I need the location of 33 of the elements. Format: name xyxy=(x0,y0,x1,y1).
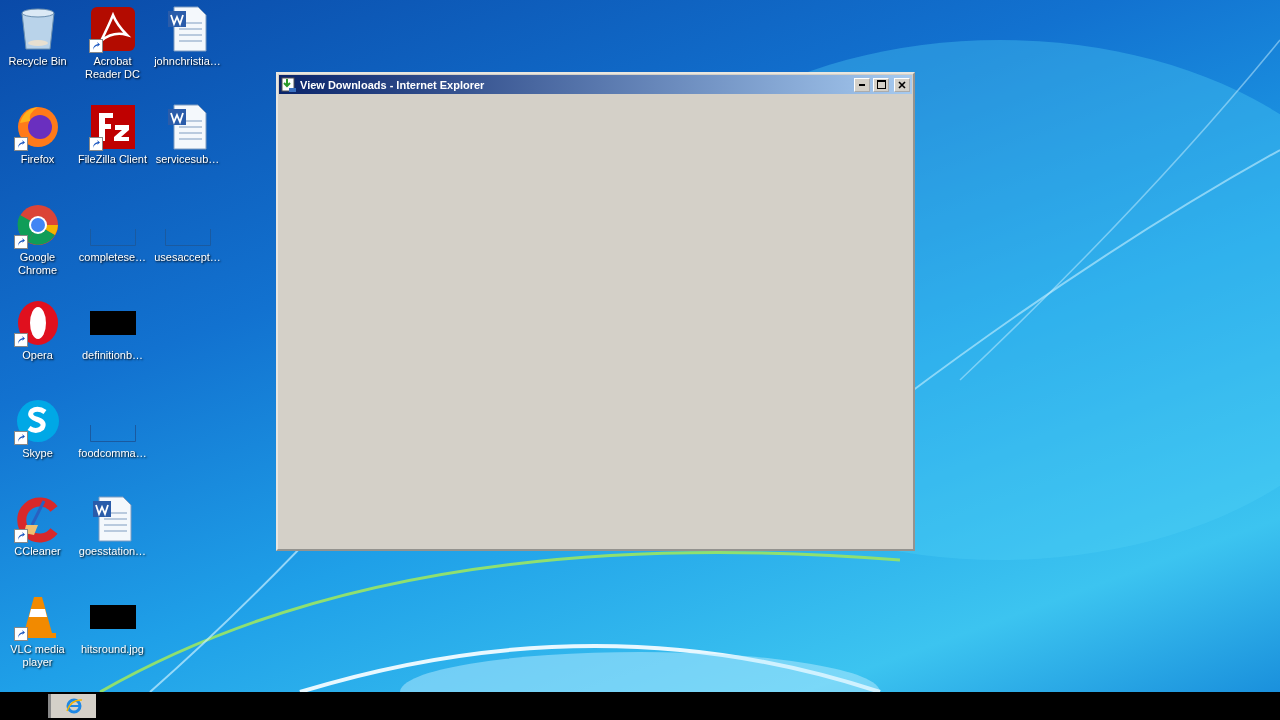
window-title: View Downloads - Internet Explorer xyxy=(300,78,486,91)
icon-label[interactable]: definitionb… xyxy=(75,349,150,362)
maximize-button[interactable] xyxy=(873,77,889,92)
image-thumbnail-icon xyxy=(89,605,136,629)
icon-label[interactable]: FileZilla Client xyxy=(75,153,150,166)
minimize-button[interactable] xyxy=(854,77,870,92)
icon-label[interactable]: completese… xyxy=(75,251,150,264)
icon-label[interactable]: Firefox xyxy=(0,153,75,166)
icon-label[interactable]: VLC media player xyxy=(0,643,75,669)
internet-explorer-icon xyxy=(64,697,83,715)
thumbnail-frame-icon xyxy=(89,425,136,442)
image-thumbnail-icon xyxy=(89,311,136,335)
acrobat-icon xyxy=(88,5,137,53)
icon-label[interactable]: usesaccept… xyxy=(150,251,225,264)
filezilla-icon xyxy=(88,103,137,151)
maximize-icon xyxy=(876,80,886,89)
icon-label[interactable]: CCleaner xyxy=(0,545,75,558)
icon-label[interactable]: servicesub… xyxy=(150,153,225,166)
icon-label[interactable]: Google Chrome xyxy=(0,251,75,277)
icon-label[interactable]: hitsround.jpg xyxy=(75,643,150,656)
icon-label[interactable]: Recycle Bin xyxy=(0,55,75,68)
downloads-icon xyxy=(281,76,297,93)
close-button[interactable] xyxy=(894,77,910,92)
icon-label[interactable]: Opera xyxy=(0,349,75,362)
minimize-icon xyxy=(859,83,865,86)
thumbnail-frame-icon xyxy=(164,229,211,246)
thumbnail-frame-icon xyxy=(89,229,136,246)
icon-label[interactable]: johnchristia… xyxy=(150,55,225,68)
icon-label[interactable]: Skype xyxy=(0,447,75,460)
icon-label[interactable]: goesstation… xyxy=(75,545,150,558)
icon-label[interactable]: foodcomma… xyxy=(75,447,150,460)
close-icon xyxy=(898,80,906,89)
icon-label[interactable]: Acrobat Reader DC xyxy=(75,55,150,81)
